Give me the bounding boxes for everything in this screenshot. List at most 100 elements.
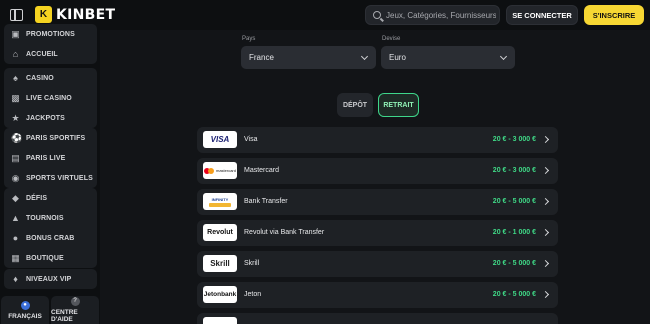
- payment-method-row[interactable]: Revolut Revolut via Bank Transfer 20 € -…: [197, 220, 558, 246]
- method-name: Skrill: [244, 260, 260, 267]
- method-range: 20 € - 5 000 €: [492, 291, 536, 298]
- sidebar-item-label: BONUS CRAB: [26, 234, 75, 242]
- top-header: K KINBET SE CONNECTER S'INSCRIRE: [0, 0, 650, 30]
- sidebar-group-vip: ♦ NIVEAUX VIP: [4, 269, 97, 289]
- tv-icon: ▤: [11, 152, 20, 163]
- method-name: Mastercard: [244, 167, 280, 174]
- sidebar-item-bonus-crab[interactable]: ● BONUS CRAB: [4, 228, 97, 248]
- sidebar-item-promotions[interactable]: ▣ PROMOTIONS: [4, 24, 97, 44]
- bank-transfer-logo: INFINITY: [203, 193, 237, 210]
- sidebar-item-paris-sportifs[interactable]: ⚽ PARIS SPORTIFS: [4, 128, 97, 148]
- sidebar-toggle-icon[interactable]: [10, 9, 23, 21]
- sidebar-item-label: CASINO: [26, 74, 54, 82]
- help-label: CENTRE D'AIDE: [51, 309, 78, 323]
- method-range: 20 € - 3 000 €: [492, 136, 536, 143]
- chevron-right-icon: [541, 228, 550, 237]
- method-name: Bank Transfer: [244, 198, 288, 205]
- live-icon: ▩: [11, 92, 20, 103]
- sidebar-item-live-casino[interactable]: ▩ LIVE CASINO: [4, 88, 97, 108]
- virtual-icon: ◉: [11, 172, 20, 183]
- currency-label: Devise: [382, 36, 401, 42]
- sidebar-group-sports: ⚽ PARIS SPORTIFS ▤ PARIS LIVE ◉ SPORTS V…: [4, 128, 97, 188]
- trophy-icon: ▲: [11, 212, 20, 223]
- jeton-logo: Jetonbank: [203, 286, 237, 303]
- sidebar-item-label: NIVEAUX VIP: [26, 275, 72, 283]
- language-label: FRANÇAIS: [8, 312, 42, 320]
- chevron-right-icon: [541, 166, 550, 175]
- sidebar: ▣ PROMOTIONS ⌂ ACCUEIL ♠ CASINO ▩ LIVE C…: [0, 24, 100, 324]
- sidebar-item-label: DÉFIS: [26, 194, 48, 202]
- cards-icon: ♠: [13, 72, 18, 83]
- sidebar-group-casino: ♠ CASINO ▩ LIVE CASINO ★ JACKPOTS: [4, 68, 97, 128]
- method-range: 20 € - 5 000 €: [492, 260, 536, 267]
- brand-name: KINBET: [56, 6, 116, 23]
- sidebar-item-tournois[interactable]: ▲ TOURNOIS: [4, 208, 97, 228]
- country-label: Pays: [242, 36, 256, 42]
- method-range: 20 € - 1 000 €: [492, 229, 536, 236]
- currency-select[interactable]: Euro: [381, 46, 515, 69]
- payment-method-row[interactable]: mastercard Mastercard 20 € - 3 000 €: [197, 158, 558, 184]
- payment-method-row[interactable]: INFINITY Bank Transfer 20 € - 5 000 €: [197, 189, 558, 215]
- gift-icon: ▣: [11, 28, 20, 39]
- sidebar-group-promotions: ▣ PROMOTIONS ⌂ ACCUEIL: [4, 24, 97, 64]
- sidebar-item-jackpots[interactable]: ★ JACKPOTS: [4, 108, 97, 128]
- chevron-right-icon: [541, 259, 550, 268]
- sidebar-item-label: JACKPOTS: [26, 114, 65, 122]
- method-name: Visa: [244, 136, 258, 143]
- sidebar-item-accueil[interactable]: ⌂ ACCUEIL: [4, 44, 97, 64]
- sidebar-item-niveaux-vip[interactable]: ♦ NIVEAUX VIP: [4, 269, 97, 289]
- help-icon: ?: [70, 297, 80, 306]
- sidebar-item-defis[interactable]: ◆ DÉFIS: [4, 188, 97, 208]
- sidebar-item-label: TOURNOIS: [26, 214, 64, 222]
- search-bar[interactable]: [365, 5, 500, 25]
- brand-logo[interactable]: K KINBET: [35, 6, 115, 23]
- method-name: Revolut via Bank Transfer: [244, 229, 325, 236]
- currency-value: Euro: [389, 53, 406, 62]
- country-select[interactable]: France: [241, 46, 376, 69]
- sidebar-item-casino[interactable]: ♠ CASINO: [4, 68, 97, 88]
- chevron-right-icon: [541, 135, 550, 144]
- sidebar-item-label: LIVE CASINO: [26, 94, 72, 102]
- globe-icon: ●: [20, 300, 30, 310]
- method-logo: [203, 317, 237, 324]
- search-icon: [373, 11, 381, 19]
- vip-icon: ♦: [13, 273, 18, 284]
- ball-icon: ⚽: [11, 132, 23, 143]
- sidebar-item-label: PARIS LIVE: [26, 154, 66, 162]
- shop-icon: ▦: [11, 252, 20, 263]
- chevron-right-icon: [541, 290, 550, 299]
- home-icon: ⌂: [12, 48, 19, 59]
- sidebar-item-label: BOUTIQUE: [26, 254, 64, 262]
- sidebar-item-sports-virtuels[interactable]: ◉ SPORTS VIRTUELS: [4, 168, 97, 188]
- register-button[interactable]: S'INSCRIRE: [584, 5, 644, 25]
- sidebar-item-label: PROMOTIONS: [26, 30, 75, 38]
- help-center-button[interactable]: ? CENTRE D'AIDE: [51, 296, 99, 324]
- sidebar-item-boutique[interactable]: ▦ BOUTIQUE: [4, 248, 97, 268]
- mastercard-logo: mastercard: [203, 162, 237, 179]
- crab-icon: ●: [12, 232, 19, 243]
- method-range: 20 € - 3 000 €: [492, 167, 536, 174]
- visa-logo: VISA: [203, 131, 237, 148]
- payment-method-row[interactable]: Skrill Skrill 20 € - 5 000 €: [197, 251, 558, 277]
- method-name: Jeton: [244, 291, 262, 298]
- chevron-right-icon: [541, 197, 550, 206]
- jackpot-icon: ★: [11, 112, 20, 123]
- chevron-down-icon: [499, 52, 508, 61]
- logo-icon: K: [35, 6, 52, 23]
- tab-deposit[interactable]: DÉPÔT: [337, 93, 373, 117]
- sidebar-item-label: SPORTS VIRTUELS: [26, 174, 93, 182]
- payment-method-row[interactable]: Jetonbank Jeton 20 € - 5 000 €: [197, 282, 558, 308]
- payment-method-row[interactable]: VISA Visa 20 € - 3 000 €: [197, 127, 558, 153]
- sidebar-item-label: PARIS SPORTIFS: [26, 134, 86, 142]
- skrill-logo: Skrill: [203, 255, 237, 272]
- language-selector[interactable]: ● FRANÇAIS: [1, 296, 49, 324]
- challenge-icon: ◆: [12, 192, 19, 203]
- method-range: 20 € - 5 000 €: [492, 198, 536, 205]
- login-button[interactable]: SE CONNECTER: [506, 5, 578, 25]
- country-value: France: [249, 53, 274, 62]
- payment-method-row-partial[interactable]: [197, 313, 558, 324]
- sidebar-bottom-bar: ● FRANÇAIS ? CENTRE D'AIDE: [0, 296, 100, 324]
- search-input[interactable]: [386, 10, 496, 20]
- tab-withdraw[interactable]: RETRAIT: [378, 93, 419, 117]
- sidebar-item-paris-live[interactable]: ▤ PARIS LIVE: [4, 148, 97, 168]
